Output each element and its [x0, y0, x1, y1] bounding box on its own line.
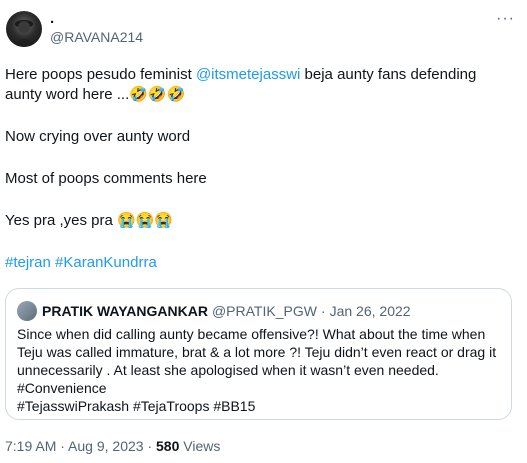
author-handle[interactable]: @RAVANA214: [50, 28, 143, 46]
quoted-line: Teju was called immature, brat & a lot m…: [17, 344, 497, 360]
tweet-line-1: Here poops pesudo feminist @itsmetejassw…: [5, 65, 510, 85]
tweet-line-5: Yes pra ,yes pra 😭😭😭: [5, 211, 510, 231]
avatar-silhouette-icon: [12, 20, 36, 47]
quoted-line: #Convenience: [17, 380, 107, 396]
quoted-author-handle[interactable]: @PRATIK_PGW: [212, 303, 317, 319]
hashtag-link-tejran[interactable]: #tejran: [5, 254, 51, 271]
views-label: Views: [179, 438, 221, 454]
more-options-icon[interactable]: ···: [496, 10, 515, 28]
meta-separator: ·: [56, 438, 69, 454]
quoted-author-name[interactable]: PRATIK WAYANGANKAR: [42, 303, 208, 319]
quoted-line: #TejasswiPrakash #TejaTroops #BB15: [17, 398, 256, 414]
author-avatar[interactable]: [6, 11, 42, 47]
meta-separator: ·: [143, 438, 157, 454]
quoted-line: unnecessarily . At least she apologised …: [17, 362, 439, 378]
quoted-tweet[interactable]: PRATIK WAYANGANKAR @PRATIK_PGW · Jan 26,…: [5, 288, 512, 420]
tweet-line-1-suffix: beja aunty fans defending: [300, 66, 477, 83]
tweet-line-4: Most of poops comments here: [5, 170, 207, 187]
hashtag-link-karankundrra[interactable]: #KaranKundrra: [55, 254, 157, 271]
quoted-line: Since when did calling aunty became offe…: [17, 326, 486, 342]
tweet-line-2: aunty word here ...🤣🤣🤣: [5, 85, 510, 105]
tweet-meta: 7:19 AM · Aug 9, 2023 · 580 Views: [5, 438, 220, 454]
tweet-text: Here poops pesudo feminist @itsmetejassw…: [5, 65, 510, 273]
tweet-line-3: Now crying over aunty word: [5, 128, 191, 145]
views-count: 580: [156, 438, 180, 454]
author-display-name[interactable]: .: [50, 10, 143, 28]
tweet-line-5-text: Yes pra ,yes pra: [5, 212, 118, 229]
separator-dot: ·: [320, 303, 326, 319]
quoted-tweet-text: Since when did calling aunty became offe…: [17, 325, 505, 415]
quoted-tweet-header: PRATIK WAYANGANKAR @PRATIK_PGW · Jan 26,…: [17, 301, 411, 321]
crying-emoji: 😭😭😭: [117, 212, 174, 229]
mention-link[interactable]: @itsmetejasswi: [196, 66, 300, 83]
laughing-emoji: 🤣🤣🤣: [129, 86, 186, 103]
tweet-date[interactable]: Aug 9, 2023: [68, 438, 144, 454]
quoted-tweet-date[interactable]: Jan 26, 2022: [330, 303, 411, 319]
tweet-time[interactable]: 7:19 AM: [5, 438, 56, 454]
quoted-author-avatar[interactable]: [17, 301, 37, 321]
tweet-line-1-prefix: Here poops pesudo feminist: [5, 66, 196, 83]
hashtags: #tejran #KaranKundrra: [5, 253, 510, 273]
author-block: . @RAVANA214: [50, 10, 143, 46]
tweet-line-2-text: aunty word here ...: [5, 86, 130, 103]
